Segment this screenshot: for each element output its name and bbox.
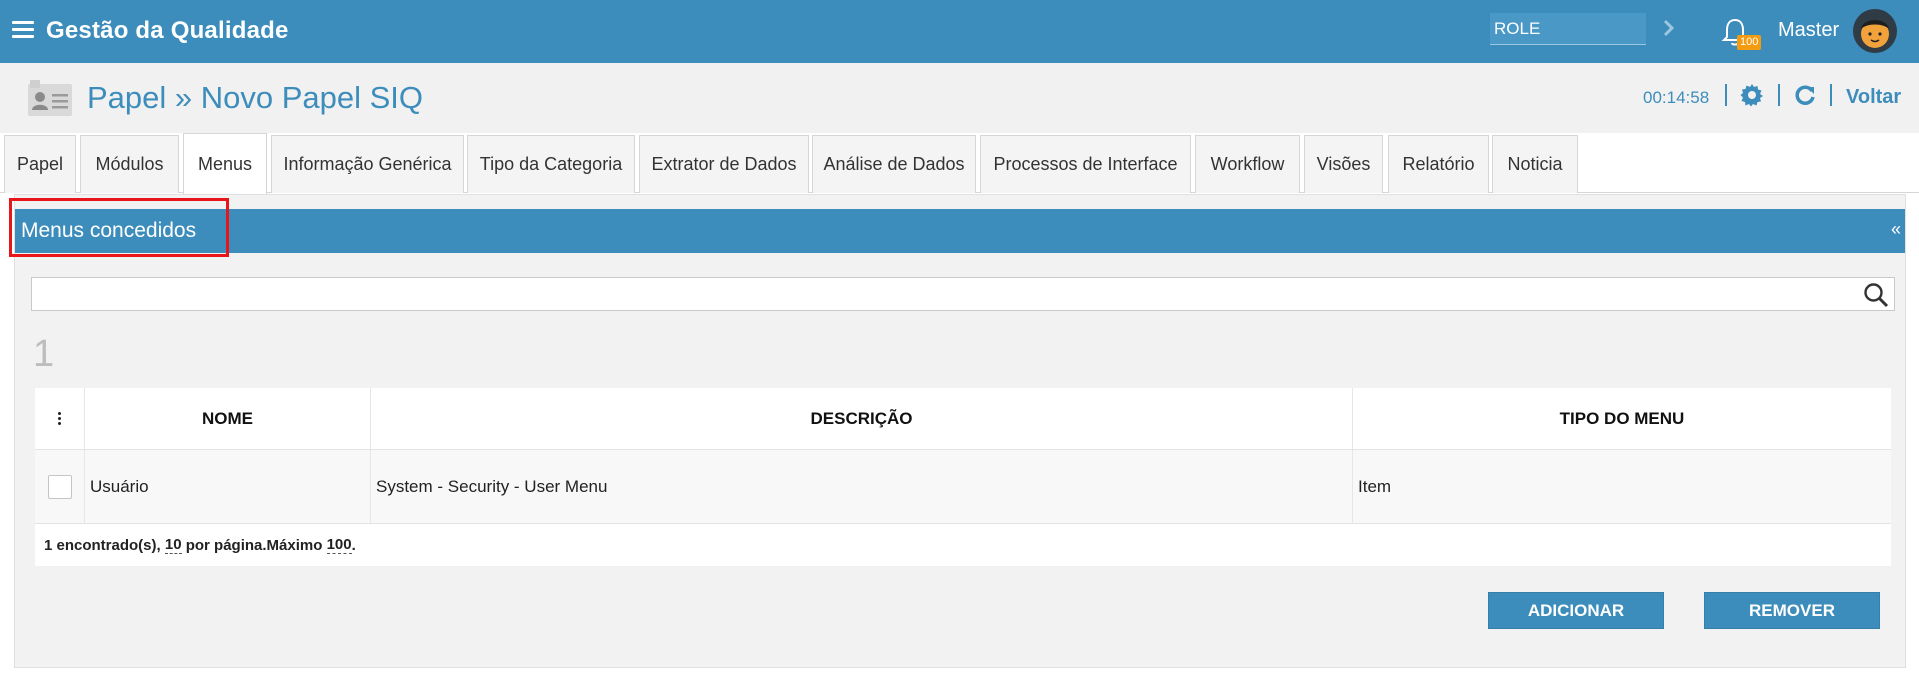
chevron-right-icon[interactable] (1659, 13, 1679, 43)
found-count: 1 encontrado(s), (44, 536, 161, 554)
tab-extrator-de-dados[interactable]: Extrator de Dados (639, 135, 809, 193)
divider (1725, 84, 1727, 106)
session-timer: 00:14:58 (1643, 88, 1710, 107)
column-header-nome[interactable]: NOME (85, 388, 371, 449)
table-row[interactable]: Usuário System - Security - User Menu It… (35, 450, 1891, 524)
tab-menus[interactable]: Menus (183, 133, 267, 194)
tab-analise-de-dados[interactable]: Análise de Dados (812, 135, 976, 193)
tab-relatorio[interactable]: Relatório (1388, 135, 1489, 193)
panel-title: Menus concedidos (21, 219, 197, 242)
tab-bar: Papel Módulos Menus Informação Genérica … (0, 133, 1919, 194)
top-bar: Gestão da Qualidade 100 Master (0, 0, 1919, 63)
table-footer: 1 encontrado(s), 10 por página.Máximo 10… (35, 524, 1891, 566)
per-page-selector[interactable]: 10 (164, 536, 182, 554)
kebab-icon[interactable] (57, 412, 62, 425)
divider (1830, 84, 1832, 106)
max-selector[interactable]: 100 (326, 536, 352, 554)
footer-end: . (351, 536, 356, 554)
search-input[interactable] (31, 277, 1895, 311)
remove-button[interactable]: REMOVER (1704, 592, 1880, 629)
page-title: Papel » Novo Papel SIQ (87, 80, 424, 115)
back-link[interactable]: Voltar (1846, 86, 1901, 109)
tab-modulos[interactable]: Módulos (80, 135, 179, 193)
row-checkbox[interactable] (47, 474, 72, 499)
tab-papel[interactable]: Papel (4, 135, 76, 193)
panel-header: Menus concedidos « (15, 209, 1905, 253)
column-header-tipo-do-menu[interactable]: TIPO DO MENU (1353, 388, 1891, 449)
notification-badge: 100 (1737, 35, 1762, 50)
column-header-descricao[interactable]: DESCRIÇÃO (371, 388, 1353, 449)
column-options[interactable] (35, 388, 85, 449)
avatar[interactable] (1853, 9, 1897, 53)
collapse-button[interactable]: « (1891, 219, 1901, 240)
search-icon[interactable] (1863, 282, 1889, 308)
gear-icon[interactable] (1740, 83, 1764, 107)
divider (1778, 84, 1780, 106)
refresh-icon[interactable] (1793, 83, 1817, 107)
app-title: Gestão da Qualidade (46, 17, 289, 44)
row-select-cell (35, 450, 85, 523)
user-name[interactable]: Master (1778, 19, 1839, 42)
menus-table: NOME DESCRIÇÃO TIPO DO MENU Usuário Syst… (35, 388, 1891, 566)
tab-processos-de-interface[interactable]: Processos de Interface (980, 135, 1191, 193)
page-header: Papel » Novo Papel SIQ 00:14:58 Voltar (0, 63, 1919, 133)
add-button[interactable]: ADICIONAR (1488, 592, 1664, 629)
tab-noticia[interactable]: Noticia (1492, 135, 1578, 193)
hamburger-menu-icon[interactable] (12, 21, 34, 39)
id-card-icon (26, 78, 74, 120)
tab-tipo-da-categoria[interactable]: Tipo da Categoria (467, 135, 635, 193)
tab-workflow[interactable]: Workflow (1195, 135, 1300, 193)
table-header-row: NOME DESCRIÇÃO TIPO DO MENU (35, 388, 1891, 450)
page-number: 1 (33, 333, 55, 375)
cell-tipo: Item (1358, 476, 1392, 496)
role-input[interactable] (1490, 13, 1646, 45)
cell-descricao: System - Security - User Menu (371, 450, 1353, 523)
menus-panel: Menus concedidos « 1 NOME DESCRIÇÃO TIPO… (14, 194, 1906, 668)
per-page-text: por página.Máximo (185, 536, 323, 554)
tab-visoes[interactable]: Visões (1304, 135, 1383, 193)
cell-nome: Usuário (85, 450, 371, 523)
tab-informacao-generica[interactable]: Informação Genérica (271, 135, 464, 193)
